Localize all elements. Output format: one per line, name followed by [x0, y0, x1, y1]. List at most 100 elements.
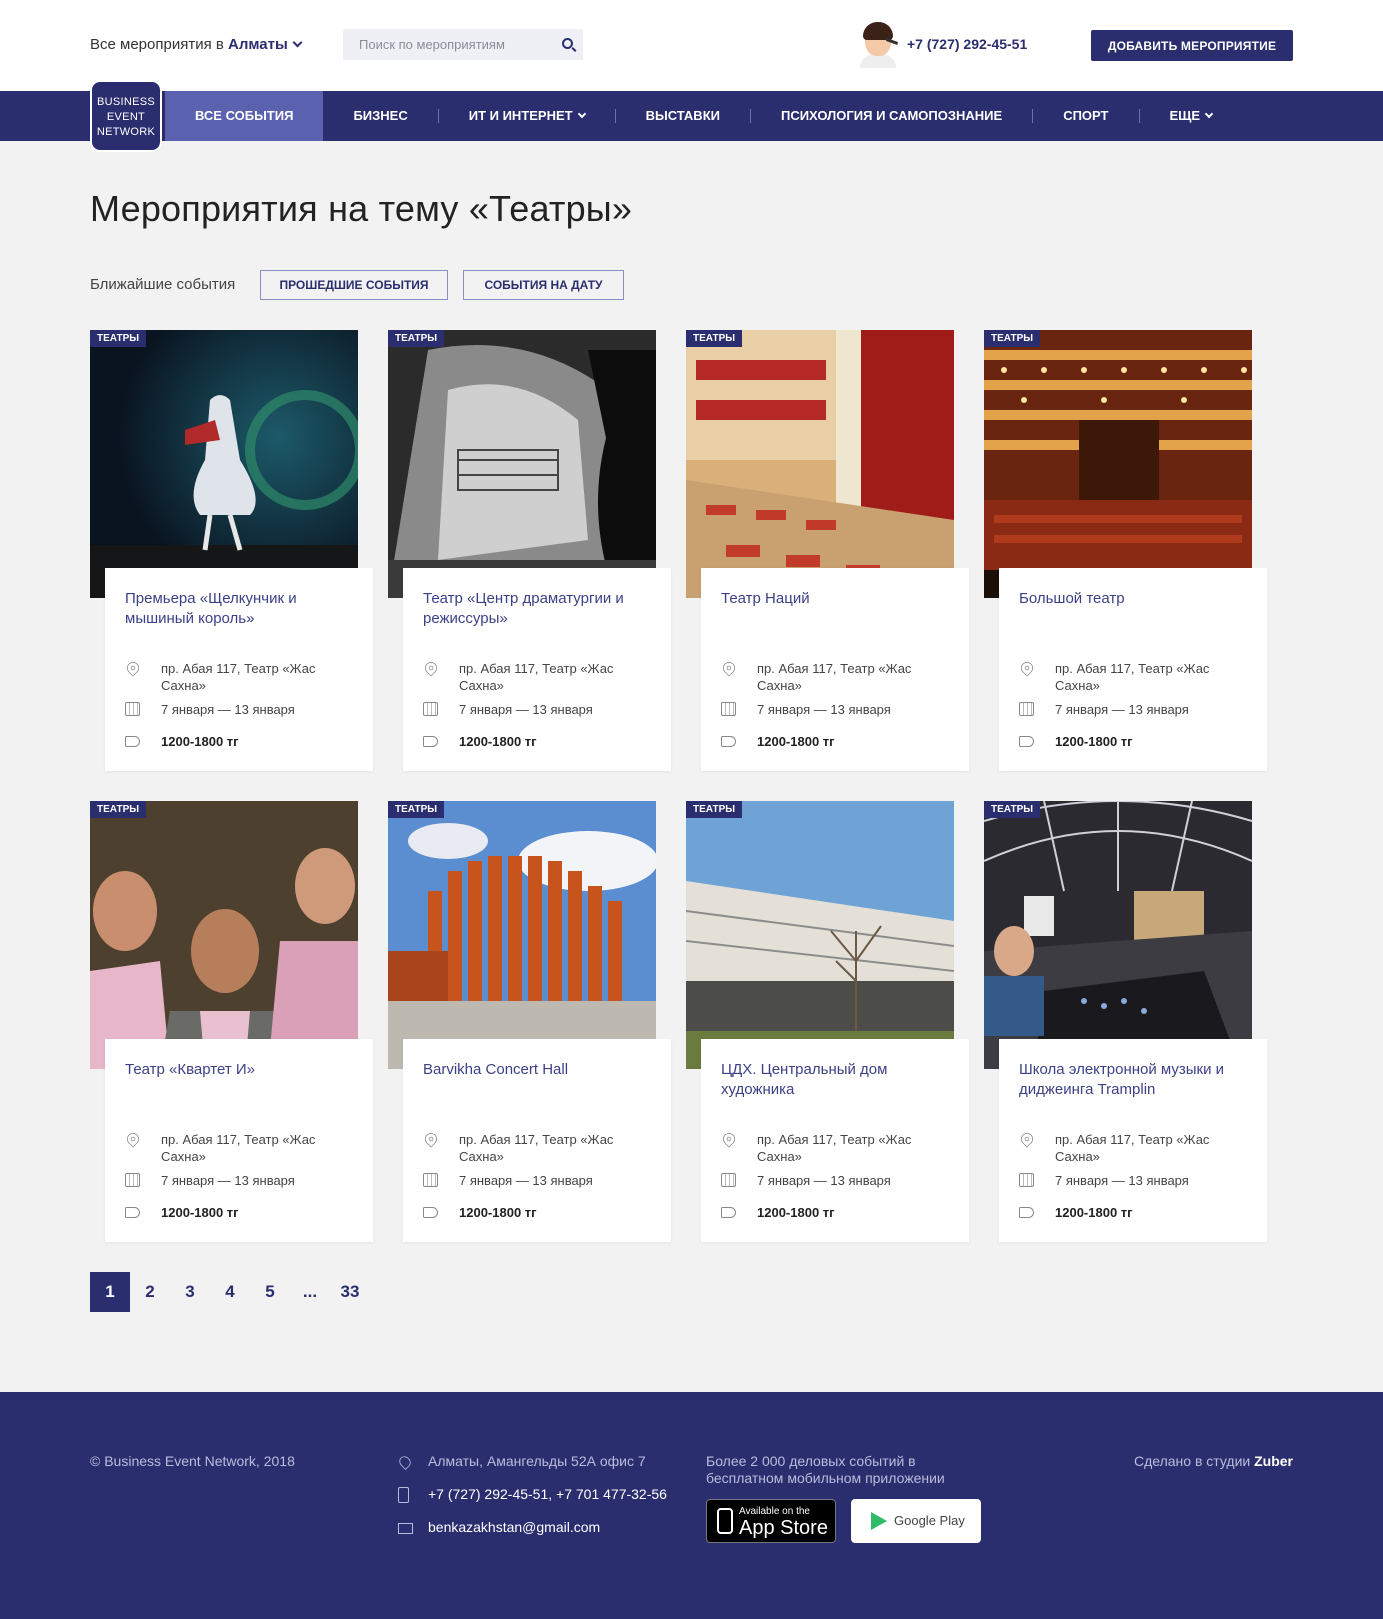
- mail-icon: [398, 1523, 413, 1534]
- page-5[interactable]: 5: [250, 1272, 290, 1312]
- page-2[interactable]: 2: [130, 1272, 170, 1312]
- event-image[interactable]: [90, 330, 358, 598]
- event-card-body: Театр «Центр драматургии и режиссуры» пр…: [403, 568, 671, 771]
- search-icon[interactable]: [562, 38, 573, 49]
- site-logo[interactable]: BUSINESS EVENT NETWORK: [90, 80, 162, 152]
- event-card-body: ЦДХ. Центральный дом художника пр. Абая …: [701, 1039, 969, 1242]
- event-dates: 7 января — 13 января: [1055, 702, 1189, 717]
- event-card-body: Театр «Квартет И» пр. Абая 117, Театр «Ж…: [105, 1039, 373, 1242]
- event-dates: 7 января — 13 января: [757, 1173, 891, 1188]
- event-image[interactable]: [984, 330, 1252, 598]
- event-card[interactable]: ТЕАТРЫ Школа электронной музыки и диджеи…: [984, 801, 1267, 1243]
- event-card[interactable]: ТЕАТРЫ Театр «Квартет И» пр. Абая 117, Т…: [90, 801, 373, 1243]
- chevron-down-icon: [577, 109, 586, 119]
- page-ellipsis: ...: [302, 1282, 318, 1301]
- nav-item-more[interactable]: ЕЩЕ: [1140, 91, 1243, 141]
- event-title[interactable]: Barvikha Concert Hall: [423, 1060, 653, 1080]
- calendar-icon: [125, 702, 140, 716]
- nav-item-sport[interactable]: СПОРТ: [1033, 91, 1138, 141]
- calendar-icon: [721, 1173, 736, 1187]
- google-play-button[interactable]: Google Play: [851, 1499, 981, 1543]
- location-pin-icon: [124, 659, 142, 677]
- event-card-body: Премьера «Щелкунчик и мышиный король» пр…: [105, 568, 373, 771]
- pagination: 1 2 3 4 5 ... 33: [90, 1272, 370, 1312]
- nav-item-exhibitions[interactable]: ВЫСТАВКИ: [616, 91, 750, 141]
- footer-email[interactable]: benkazakhstan@gmail.com: [428, 1519, 600, 1535]
- event-title[interactable]: Театр Наций: [721, 589, 951, 609]
- price-tag-icon: [721, 736, 736, 747]
- location-pin-icon: [397, 1454, 413, 1470]
- event-image[interactable]: [388, 801, 656, 1069]
- add-event-button[interactable]: ДОБАВИТЬ МЕРОПРИЯТИЕ: [1091, 30, 1293, 61]
- page-1[interactable]: 1: [90, 1272, 130, 1312]
- made-by: Сделано в студии Zuber: [1134, 1453, 1293, 1469]
- nav-item-psychology[interactable]: ПСИХОЛОГИЯ И САМОПОЗНАНИЕ: [751, 91, 1032, 141]
- price-tag-icon: [125, 736, 140, 747]
- city-selector[interactable]: Все мероприятия в Алматы: [90, 36, 303, 53]
- event-dates: 7 января — 13 января: [459, 702, 593, 717]
- category-badge: ТЕАТРЫ: [686, 330, 743, 347]
- page-3[interactable]: 3: [170, 1272, 210, 1312]
- event-card[interactable]: ТЕАТРЫ Большой театр пр. Абая 117, Театр…: [984, 330, 1267, 772]
- nav-item-it-internet[interactable]: ИТ И ИНТЕРНЕТ: [439, 91, 615, 141]
- event-title[interactable]: ЦДХ. Центральный дом художника: [721, 1060, 951, 1100]
- event-title[interactable]: Большой театр: [1019, 589, 1249, 609]
- event-image[interactable]: [388, 330, 656, 598]
- events-by-date-button[interactable]: СОБЫТИЯ НА ДАТУ: [463, 270, 624, 300]
- event-card-body: Barvikha Concert Hall пр. Абая 117, Теат…: [403, 1039, 671, 1242]
- calendar-icon: [423, 702, 438, 716]
- event-card[interactable]: ТЕАТРЫ Barvikha Concert Hall пр. Абая 11…: [388, 801, 671, 1243]
- event-card[interactable]: ТЕАТРЫ Театр «Центр драматургии и режисс…: [388, 330, 671, 772]
- event-image[interactable]: [90, 801, 358, 1069]
- page-title: Мероприятия на тему «Театры»: [90, 188, 633, 229]
- event-card[interactable]: ТЕАТРЫ Театр Наций пр. Абая 117, Театр «…: [686, 330, 969, 772]
- nav-items: ВСЕ СОБЫТИЯ БИЗНЕС ИТ И ИНТЕРНЕТ ВЫСТАВК…: [165, 91, 1242, 141]
- chevron-down-icon: [292, 37, 303, 48]
- price-tag-icon: [721, 1207, 736, 1218]
- app-store-button[interactable]: Available on the App Store: [706, 1499, 836, 1543]
- category-badge: ТЕАТРЫ: [90, 330, 147, 347]
- event-image[interactable]: [686, 330, 954, 598]
- event-title[interactable]: Театр «Центр драматургии и режиссуры»: [423, 589, 653, 629]
- event-dates: 7 января — 13 января: [161, 702, 295, 717]
- page-4[interactable]: 4: [210, 1272, 250, 1312]
- event-price: 1200-1800 тг: [1055, 734, 1133, 749]
- location-pin-icon: [1018, 659, 1036, 677]
- studio-link[interactable]: Zuber: [1254, 1453, 1293, 1469]
- past-events-button[interactable]: ПРОШЕДШИЕ СОБЫТИЯ: [260, 270, 448, 300]
- phone-icon: [717, 1508, 733, 1534]
- event-title[interactable]: Театр «Квартет И»: [125, 1060, 355, 1080]
- event-card-body: Театр Наций пр. Абая 117, Театр «Жас Сах…: [701, 568, 969, 771]
- event-image[interactable]: [984, 801, 1252, 1069]
- price-tag-icon: [125, 1207, 140, 1218]
- calendar-icon: [1019, 702, 1034, 716]
- support-operator-avatar: [858, 22, 899, 68]
- calendar-icon: [1019, 1173, 1034, 1187]
- chevron-down-icon: [1204, 109, 1214, 119]
- location-pin-icon: [422, 1130, 440, 1148]
- category-badge: ТЕАТРЫ: [388, 801, 445, 818]
- event-title[interactable]: Премьера «Щелкунчик и мышиный король»: [125, 589, 355, 629]
- event-address: пр. Абая 117, Театр «Жас Сахна»: [161, 661, 316, 693]
- event-address: пр. Абая 117, Театр «Жас Сахна»: [757, 661, 912, 693]
- google-play-icon: [871, 1512, 887, 1530]
- search-input[interactable]: [343, 29, 543, 60]
- site-footer: © Business Event Network, 2018 Алматы, А…: [0, 1392, 1383, 1619]
- event-image[interactable]: [686, 801, 954, 1069]
- footer-address: Алматы, Амангельды 52А офис 7: [428, 1453, 646, 1469]
- footer-phones[interactable]: +7 (727) 292-45-51, +7 701 477-32-56: [428, 1486, 667, 1502]
- city-prefix: Все мероприятия в: [90, 36, 224, 53]
- nav-item-business[interactable]: БИЗНЕС: [323, 91, 437, 141]
- event-address: пр. Абая 117, Театр «Жас Сахна»: [459, 1132, 614, 1164]
- event-price: 1200-1800 тг: [757, 1205, 835, 1220]
- event-price: 1200-1800 тг: [161, 1205, 239, 1220]
- upcoming-events-label: Ближайшие события: [90, 276, 236, 293]
- event-title[interactable]: Школа электронной музыки и диджеинга Tra…: [1019, 1060, 1249, 1100]
- header-phone[interactable]: +7 (727) 292-45-51: [907, 36, 1027, 52]
- page-33[interactable]: 33: [330, 1272, 370, 1312]
- location-pin-icon: [720, 1130, 738, 1148]
- price-tag-icon: [1019, 1207, 1034, 1218]
- event-card[interactable]: ТЕАТРЫ Премьера «Щелкунчик и мышиный кор…: [90, 330, 373, 772]
- event-card[interactable]: ТЕАТРЫ ЦДХ. Центральный дом художника пр…: [686, 801, 969, 1243]
- nav-item-all-events[interactable]: ВСЕ СОБЫТИЯ: [165, 91, 324, 141]
